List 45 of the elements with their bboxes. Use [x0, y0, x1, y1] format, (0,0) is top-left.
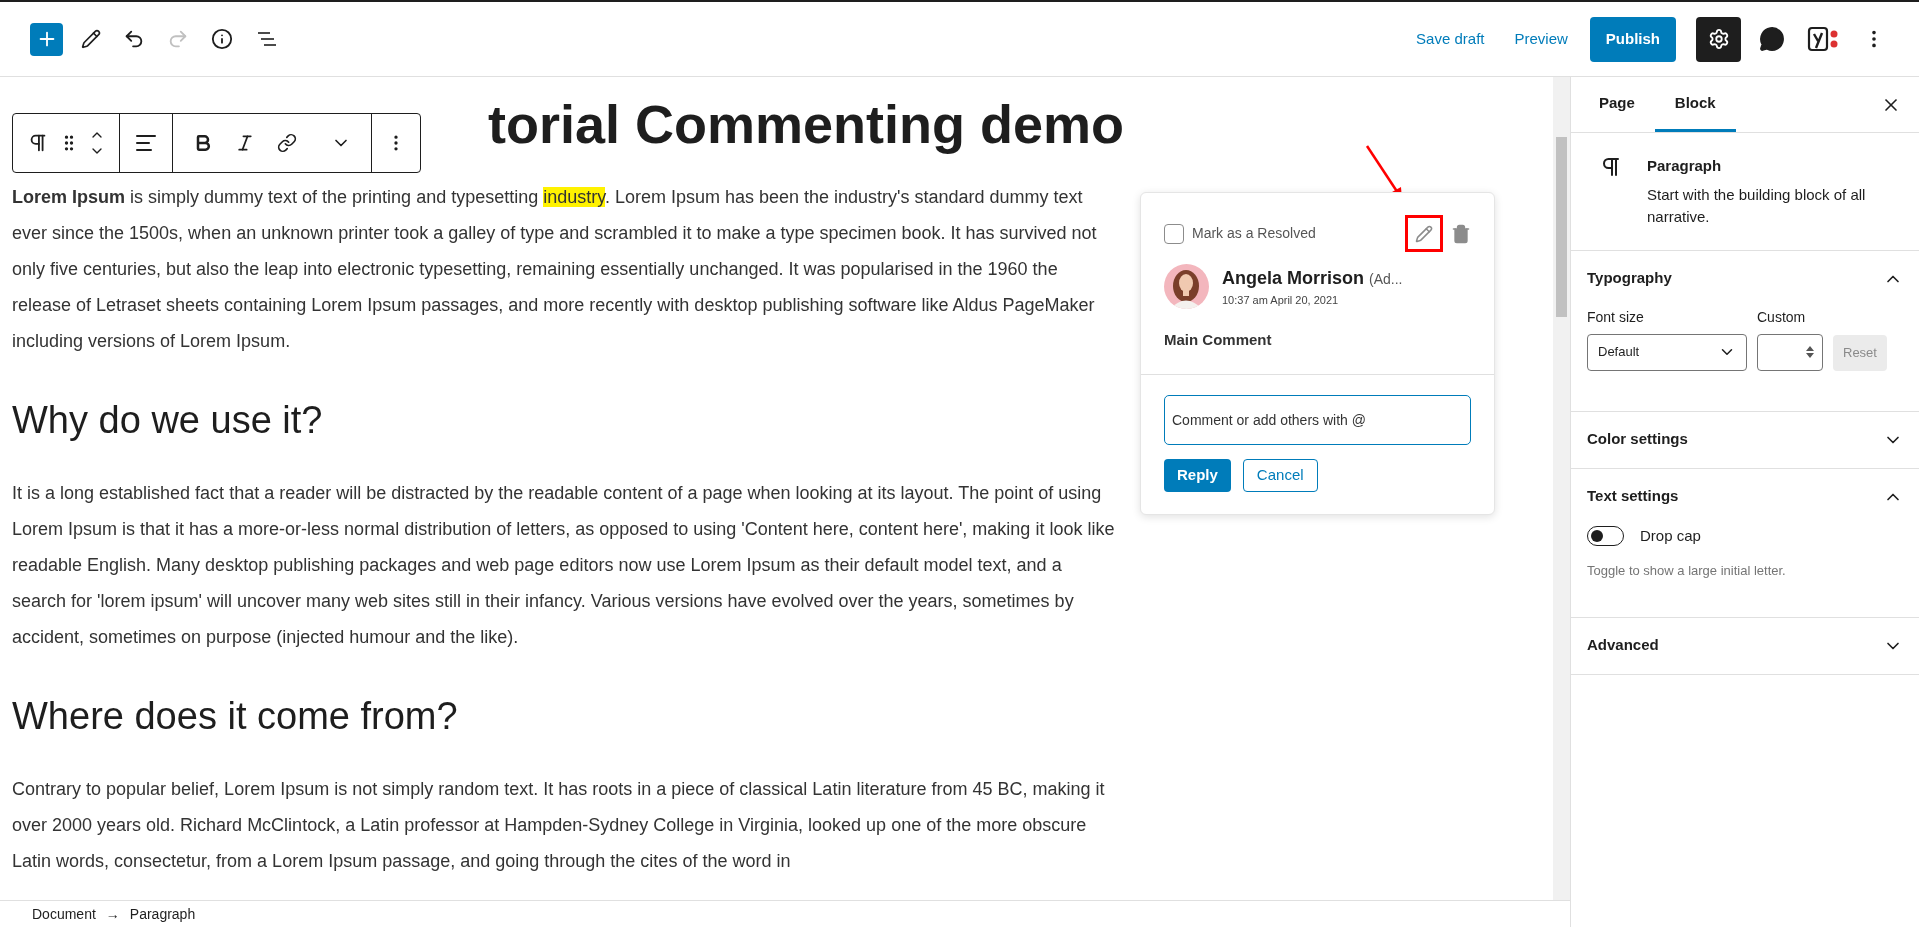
block-description: Start with the building block of all narrative.: [1647, 184, 1867, 227]
italic-icon[interactable]: [235, 133, 255, 153]
sidebar-tab[interactable]: Block: [1654, 77, 1736, 132]
settings-button[interactable]: [1696, 16, 1741, 62]
resolve-checkbox[interactable]: [1164, 223, 1184, 244]
toggle-switch[interactable]: [1587, 525, 1624, 546]
edit-icon[interactable]: [1415, 224, 1433, 243]
panel-header[interactable]: Text settings: [1571, 468, 1919, 525]
spinner-icon: [1804, 344, 1816, 360]
preview-link[interactable]: Preview: [1506, 27, 1576, 51]
reply-button[interactable]: Reply: [1164, 458, 1231, 492]
breadcrumb-separator: →: [105, 904, 120, 924]
author-name: Angela Morrison: [1222, 266, 1364, 290]
scrollbar[interactable]: [1553, 77, 1570, 900]
panel-header[interactable]: Typography: [1571, 250, 1919, 307]
cancel-button[interactable]: Cancel: [1242, 458, 1318, 492]
block-name: Paragraph: [1647, 156, 1723, 176]
paragraph[interactable]: Contrary to popular belief, Lorem Ipsum is not simply random text. It has roots in a piece of classical Latin literature from 45 BC, making it over 2000 years old. Richard McClintock, a Latin professor at Hampden-Sydney College in Virginia, looked up one of the more obscure Latin words, consectetur, from a Lorem Ipsum passage, and going through the cites of the word in: [12, 771, 1115, 879]
panel-header[interactable]: Advanced: [1571, 617, 1919, 674]
breadcrumb-link[interactable]: Document: [32, 903, 96, 925]
breadcrumb-link[interactable]: Paragraph: [129, 903, 196, 925]
save-draft-link[interactable]: Save draft: [1408, 27, 1493, 51]
field-label: Font size: [1587, 307, 1645, 327]
checkbox-label: Mark as a Resolved: [1192, 224, 1316, 243]
paragraph[interactable]: Lorem Ipsum is simply dummy text of the printing and typesetting industry. Lorem Ipsum has been the industry's standard dummy text ever since the 1500s, when an unknown printer took a galley of type and scrambled it to make a type specimen book. It has survived not only five centuries, but also the leap into electronic typesetting, remaining essentially unchanged. It was popularised in the 1960 the release of Letraset sheets containing Lorem Ipsum passages, and more recently with desktop publishing software like Aldus PageMaker including versions of Lorem Ipsum.: [12, 179, 1115, 359]
number-field[interactable]: [1757, 333, 1823, 371]
panel-header[interactable]: Color settings: [1571, 411, 1919, 468]
comment-time: 10:37 am April 20, 2021: [1222, 292, 1340, 308]
publish-button[interactable]: Publish: [1589, 16, 1676, 62]
delete-icon[interactable]: [1451, 223, 1471, 244]
post-title[interactable]: torial Commenting demo: [488, 89, 1125, 159]
gear-icon: [1707, 28, 1730, 50]
add-block-button[interactable]: [30, 22, 63, 56]
section-heading[interactable]: Where does it come from?: [12, 691, 1115, 741]
author-role: (Ad...: [1369, 269, 1403, 289]
sidebar-tab[interactable]: Page: [1579, 77, 1655, 132]
toggle-label: Drop cap: [1640, 525, 1701, 546]
reply-field[interactable]: Comment or add others with @: [1164, 394, 1471, 445]
help-text: Toggle to show a large initial letter.: [1587, 562, 1787, 580]
comment-text: Main Comment: [1164, 330, 1273, 350]
field-label: Custom: [1757, 307, 1807, 327]
font-size-select[interactable]: Default: [1587, 333, 1747, 371]
paragraph[interactable]: It is a long established fact that a reader will be distracted by the readable content of a page when looking at its layout. The point of using Lorem Ipsum is that it has a more-or-less normal distribution of letters, as opposed to using 'Content here, content here', making it look like readable English. Many desktop publishing packages and web page editors now use Lorem Ipsum as their default model text, and a search for 'lorem ipsum' will uncover many web sites still in their infancy. Various versions have evolved over the years, sometimes by accident, sometimes on purpose (injected humour and the like).: [12, 475, 1115, 655]
section-heading[interactable]: Why do we use it?: [12, 395, 1115, 445]
link-icon[interactable]: [277, 133, 297, 153]
